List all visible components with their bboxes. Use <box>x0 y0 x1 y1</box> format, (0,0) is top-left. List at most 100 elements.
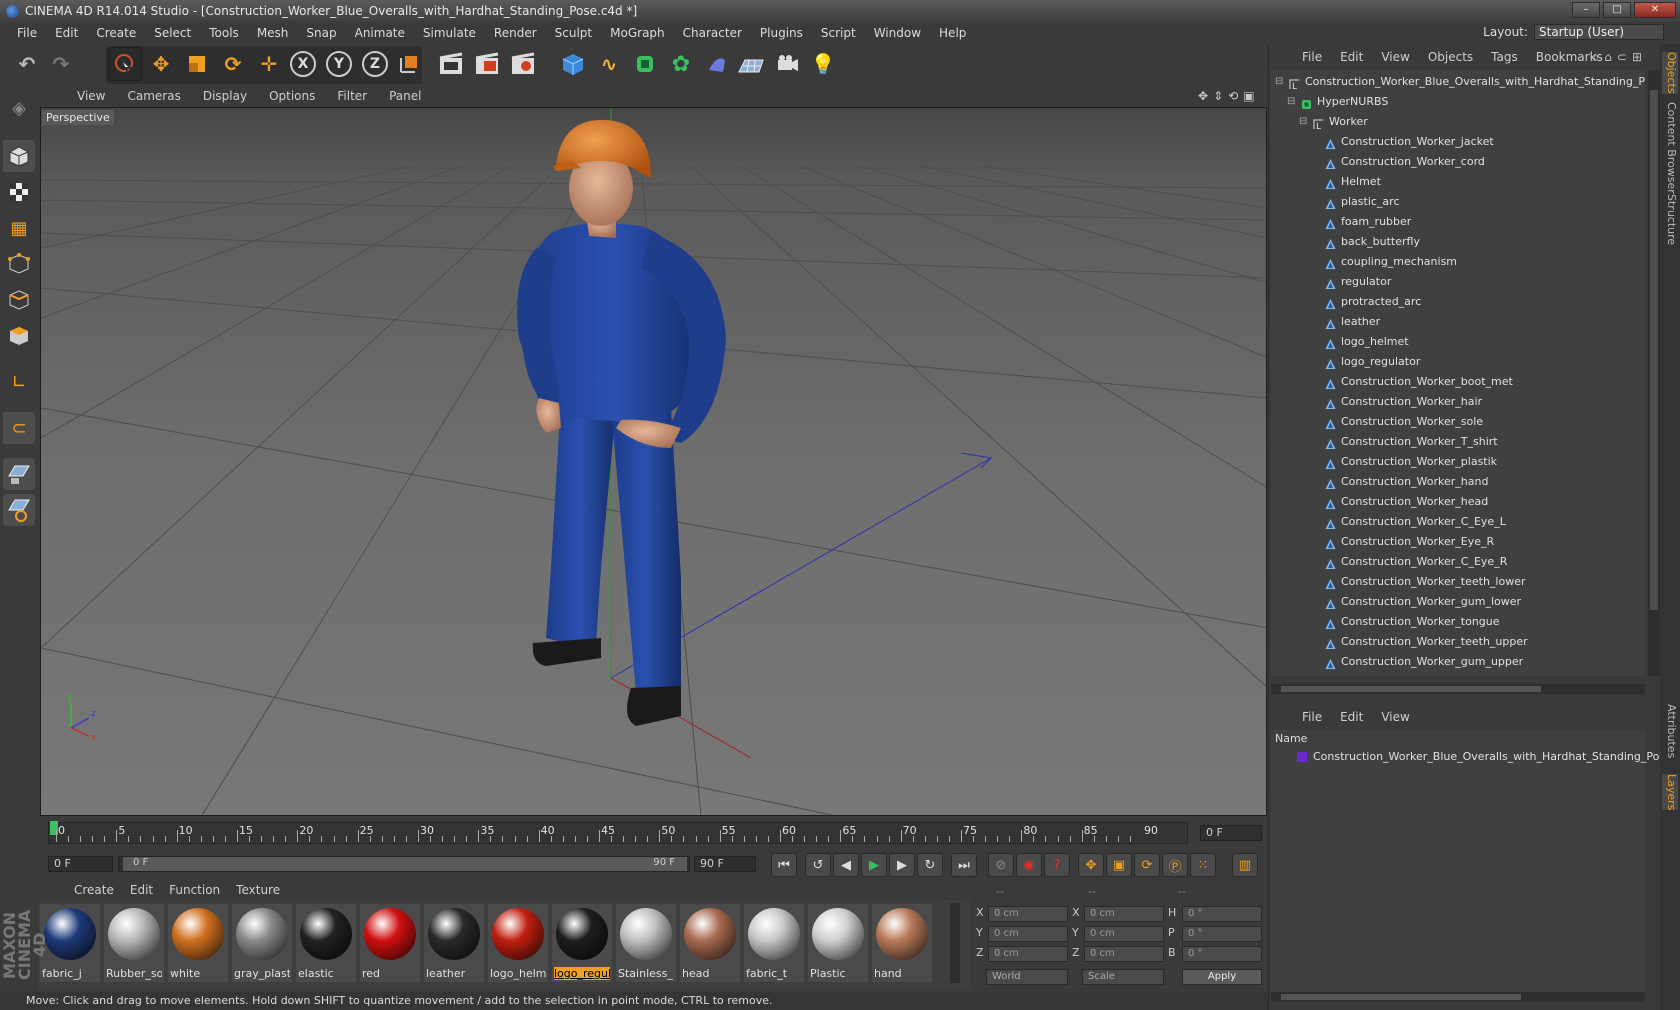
object-tree-row[interactable]: Construction_Worker_tongue <box>1271 612 1645 632</box>
menu-file[interactable]: File <box>8 26 46 40</box>
frame-range-slider[interactable]: 0 F 90 F <box>118 856 690 872</box>
cube-icon[interactable] <box>556 47 590 81</box>
collapse-toggle-icon[interactable]: ⊟ <box>1287 92 1295 112</box>
rotate-icon[interactable]: ⟳ <box>216 47 250 81</box>
render-to-picture-viewer-icon[interactable] <box>470 47 504 81</box>
rotation-h-field[interactable]: 0 ° <box>1182 906 1262 922</box>
array-icon[interactable]: ✿ <box>664 47 698 81</box>
live-selection-icon[interactable] <box>108 47 142 81</box>
material-swatch[interactable]: leather <box>424 904 484 982</box>
render-settings-icon[interactable] <box>506 47 540 81</box>
material-swatch[interactable]: logo_regul <box>552 904 612 982</box>
menu-simulate[interactable]: Simulate <box>414 26 485 40</box>
position-x-field[interactable]: 0 cm <box>988 906 1068 922</box>
tab-attributes[interactable]: Attributes <box>1662 704 1678 758</box>
object-tree-row[interactable]: Construction_Worker_Eye_R <box>1271 532 1645 552</box>
current-frame-field[interactable]: 0 F <box>1200 825 1262 841</box>
position-y-field[interactable]: 0 cm <box>988 926 1068 942</box>
object-tree-row[interactable]: protracted_arc <box>1271 292 1645 312</box>
previous-frame-icon[interactable]: ◀ <box>833 853 859 877</box>
coordinate-system-icon[interactable] <box>392 47 426 81</box>
search-icon[interactable]: ⌕ <box>1593 50 1600 65</box>
y-axis-lock-button[interactable]: Y <box>322 47 356 81</box>
perspective-viewport[interactable]: y z x <box>40 107 1267 816</box>
menu-plugins[interactable]: Plugins <box>751 26 812 40</box>
object-tree-row[interactable]: Construction_Worker_T_shirt <box>1271 432 1645 452</box>
timeline[interactable]: 0 5 10 15 20 25 30 35 40 45 50 55 60 65 70 75 80 85 90 0 F <box>38 818 1267 848</box>
light-icon[interactable]: 💡 <box>806 47 840 81</box>
spline-pen-icon[interactable]: ∿ <box>592 47 626 81</box>
viewport-menu-filter[interactable]: Filter <box>326 89 378 103</box>
rotation-p-field[interactable]: 0 ° <box>1182 926 1262 942</box>
key-position-icon[interactable]: ✥ <box>1078 853 1104 877</box>
object-tree-row[interactable]: logo_helmet <box>1271 332 1645 352</box>
tab-content-browser[interactable]: Content Browser <box>1662 102 1678 194</box>
workplane-lock-icon[interactable] <box>3 458 35 490</box>
collapse-toggle-icon[interactable]: ⊟ <box>1299 112 1307 132</box>
menu-edit[interactable]: Edit <box>46 26 87 40</box>
rotation-b-field[interactable]: 0 ° <box>1182 946 1262 962</box>
points-mode-icon[interactable] <box>3 248 35 280</box>
material-menu-edit[interactable]: Edit <box>122 883 161 897</box>
menu-script[interactable]: Script <box>812 26 865 40</box>
snap-magnet-icon[interactable]: ⊂ <box>3 412 35 444</box>
tab-layers[interactable]: Layers <box>1662 774 1678 811</box>
layout-selector[interactable]: Layout: Startup (User) <box>1483 24 1664 40</box>
size-x-field[interactable]: 0 cm <box>1084 906 1164 922</box>
layout-dropdown[interactable]: Startup (User) <box>1534 24 1664 40</box>
object-tree-scrollbar[interactable] <box>1648 70 1660 676</box>
dolly-view-icon[interactable]: ⇕ <box>1213 89 1223 103</box>
deformer-icon[interactable] <box>700 47 734 81</box>
material-swatch[interactable]: logo_helm <box>488 904 548 982</box>
object-menu-tags[interactable]: Tags <box>1482 50 1527 64</box>
object-tree-row[interactable]: Construction_Worker_cord <box>1271 152 1645 172</box>
object-tree-row[interactable]: Construction_Worker_hair <box>1271 392 1645 412</box>
object-tree-row[interactable]: Helmet <box>1271 172 1645 192</box>
key-parameter-icon[interactable]: Ⓟ <box>1162 853 1188 877</box>
previous-key-icon[interactable]: ↺ <box>805 853 831 877</box>
object-tree-row[interactable]: plastic_arc <box>1271 192 1645 212</box>
object-tree-hscrollbar[interactable] <box>1271 684 1645 694</box>
object-tree-row[interactable]: Construction_Worker_gum_lower <box>1271 592 1645 612</box>
layer-hscrollbar[interactable] <box>1271 992 1645 1002</box>
material-menu-create[interactable]: Create <box>66 883 122 897</box>
record-keys-icon[interactable]: ⊘ <box>988 853 1014 877</box>
link-icon[interactable]: ⊂ <box>1617 50 1627 65</box>
object-tree-row[interactable]: coupling_mechanism <box>1271 252 1645 272</box>
menu-help[interactable]: Help <box>930 26 975 40</box>
object-tree-row[interactable]: Construction_Worker_sole <box>1271 412 1645 432</box>
texture-mode-icon[interactable] <box>3 176 35 208</box>
menu-tools[interactable]: Tools <box>200 26 248 40</box>
floor-icon[interactable] <box>734 47 768 81</box>
maximize-button[interactable]: □ <box>1603 2 1631 18</box>
material-swatch[interactable]: Stainless_ <box>616 904 676 982</box>
object-tree-row[interactable]: Construction_Worker_head <box>1271 492 1645 512</box>
material-swatch[interactable]: red <box>360 904 420 982</box>
material-swatch[interactable]: fabric_j <box>40 904 100 982</box>
object-tree-row[interactable]: Construction_Worker_gum_upper <box>1271 652 1645 672</box>
object-tree-row[interactable]: back_butterfly <box>1271 232 1645 252</box>
object-menu-view[interactable]: View <box>1372 50 1418 64</box>
go-to-end-icon[interactable]: ⏭ <box>951 853 977 877</box>
menu-snap[interactable]: Snap <box>297 26 345 40</box>
end-frame-field[interactable]: 90 F <box>694 856 756 872</box>
locked-workplane-icon[interactable] <box>3 494 35 526</box>
play-forward-icon[interactable]: ▶ <box>861 853 887 877</box>
next-frame-icon[interactable]: ▶ <box>889 853 915 877</box>
polygons-mode-icon[interactable] <box>3 320 35 352</box>
render-view-icon[interactable] <box>434 47 468 81</box>
move-icon[interactable]: ✥ <box>144 47 178 81</box>
material-scrollbar[interactable] <box>950 903 960 983</box>
tab-structure[interactable]: Structure <box>1662 194 1678 245</box>
material-swatch[interactable]: Plastic <box>808 904 868 982</box>
undo-icon[interactable]: ↶ <box>10 47 44 81</box>
size-z-field[interactable]: 0 cm <box>1084 946 1164 962</box>
viewport-menu-options[interactable]: Options <box>258 89 326 103</box>
next-key-icon[interactable]: ↻ <box>917 853 943 877</box>
object-tree-row[interactable]: Construction_Worker_plastik <box>1271 452 1645 472</box>
tab-objects[interactable]: Objects <box>1662 52 1678 94</box>
object-menu-edit[interactable]: Edit <box>1331 50 1372 64</box>
viewport-menu-cameras[interactable]: Cameras <box>116 89 191 103</box>
object-menu-file[interactable]: File <box>1293 50 1331 64</box>
redo-icon[interactable]: ↷ <box>44 47 78 81</box>
